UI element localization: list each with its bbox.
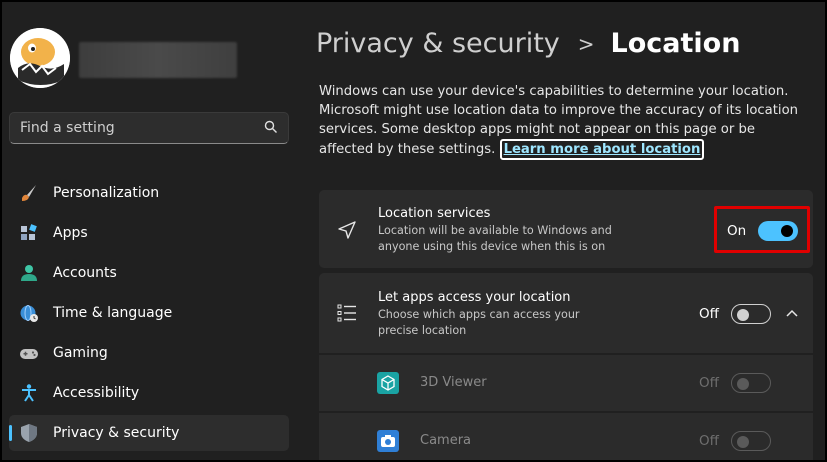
search-placeholder: Find a setting [20, 120, 115, 136]
sidebar: Find a setting Personalization Apps Acco… [2, 2, 300, 460]
page-description: Windows can use your device's capabiliti… [319, 82, 809, 160]
person-icon [19, 263, 39, 283]
location-services-state: On [727, 223, 747, 239]
sidebar-item-label: Accessibility [53, 385, 140, 401]
sidebar-item-label: Accounts [53, 265, 117, 281]
sidebar-item-label: Apps [53, 225, 88, 241]
app-toggle-group: Off [699, 431, 771, 451]
app-toggle[interactable] [730, 373, 771, 393]
toggle-knob [781, 225, 794, 237]
app-state: Off [699, 375, 719, 391]
chevron-up-icon[interactable] [785, 306, 799, 325]
app-access-card[interactable]: Let apps access your location Choose whi… [319, 273, 813, 353]
location-services-toggle[interactable] [758, 221, 799, 241]
avatar[interactable] [10, 28, 70, 88]
search-input[interactable]: Find a setting [9, 112, 289, 144]
sidebar-item-privacy-security[interactable]: Privacy & security [9, 415, 289, 451]
app-toggle[interactable] [730, 431, 771, 451]
app-access-title: Let apps access your location [378, 290, 571, 305]
sidebar-item-label: Privacy & security [53, 425, 180, 441]
app-access-toggle[interactable] [730, 304, 771, 324]
breadcrumb: Privacy & security > Location [316, 28, 740, 59]
sidebar-item-label: Gaming [53, 345, 108, 361]
search-icon[interactable] [264, 119, 278, 138]
location-services-toggle-group: On [727, 221, 799, 241]
app-row-3d-viewer: 3D Viewer Off [319, 355, 813, 411]
settings-window: Find a setting Personalization Apps Acco… [0, 0, 827, 462]
app-row-camera: Camera Off [319, 412, 813, 460]
sidebar-item-gaming[interactable]: Gaming [9, 335, 289, 371]
app-access-text: Let apps access your location Choose whi… [378, 290, 598, 339]
chevron-right-icon: > [577, 31, 595, 56]
sidebar-item-label: Personalization [53, 185, 160, 201]
username-redacted [79, 42, 237, 78]
app-state: Off [699, 433, 719, 449]
sidebar-nav: Personalization Apps Accounts Time & lan… [9, 175, 289, 455]
app-name: Camera [420, 433, 472, 448]
learn-more-link[interactable]: Learn more about location [499, 139, 705, 160]
page-title: Location [610, 28, 741, 59]
location-services-subtitle: Location will be available to Windows an… [378, 224, 612, 253]
shield-icon [19, 423, 39, 443]
sidebar-item-apps[interactable]: Apps [9, 215, 289, 251]
camera-icon [377, 430, 399, 456]
cube-icon [377, 372, 399, 398]
app-access-subtitle: Choose which apps can access your precis… [378, 308, 580, 337]
location-services-text: Location services Location will be avail… [378, 206, 638, 255]
avatar-image [10, 28, 70, 88]
list-icon [337, 303, 357, 327]
location-arrow-icon [337, 220, 357, 244]
app-name: 3D Viewer [420, 375, 487, 390]
sidebar-item-label: Time & language [53, 305, 173, 321]
sidebar-item-accessibility[interactable]: Accessibility [9, 375, 289, 411]
sidebar-item-personalization[interactable]: Personalization [9, 175, 289, 211]
breadcrumb-parent[interactable]: Privacy & security [316, 28, 560, 59]
accessibility-icon [19, 383, 39, 403]
toggle-knob [736, 309, 749, 321]
app-toggle-group: Off [699, 373, 771, 393]
app-access-state: Off [699, 306, 719, 322]
apps-icon [19, 223, 39, 243]
toggle-knob [736, 378, 749, 390]
sidebar-item-time-language[interactable]: Time & language [9, 295, 289, 331]
globe-clock-icon [19, 303, 39, 323]
brush-icon [19, 183, 39, 203]
toggle-knob [736, 436, 749, 448]
gamepad-icon [19, 343, 39, 363]
location-services-title: Location services [378, 206, 491, 221]
app-access-toggle-group: Off [699, 304, 771, 324]
location-services-card[interactable]: Location services Location will be avail… [319, 190, 813, 268]
main-content: Privacy & security > Location Windows ca… [300, 2, 825, 460]
sidebar-item-accounts[interactable]: Accounts [9, 255, 289, 291]
